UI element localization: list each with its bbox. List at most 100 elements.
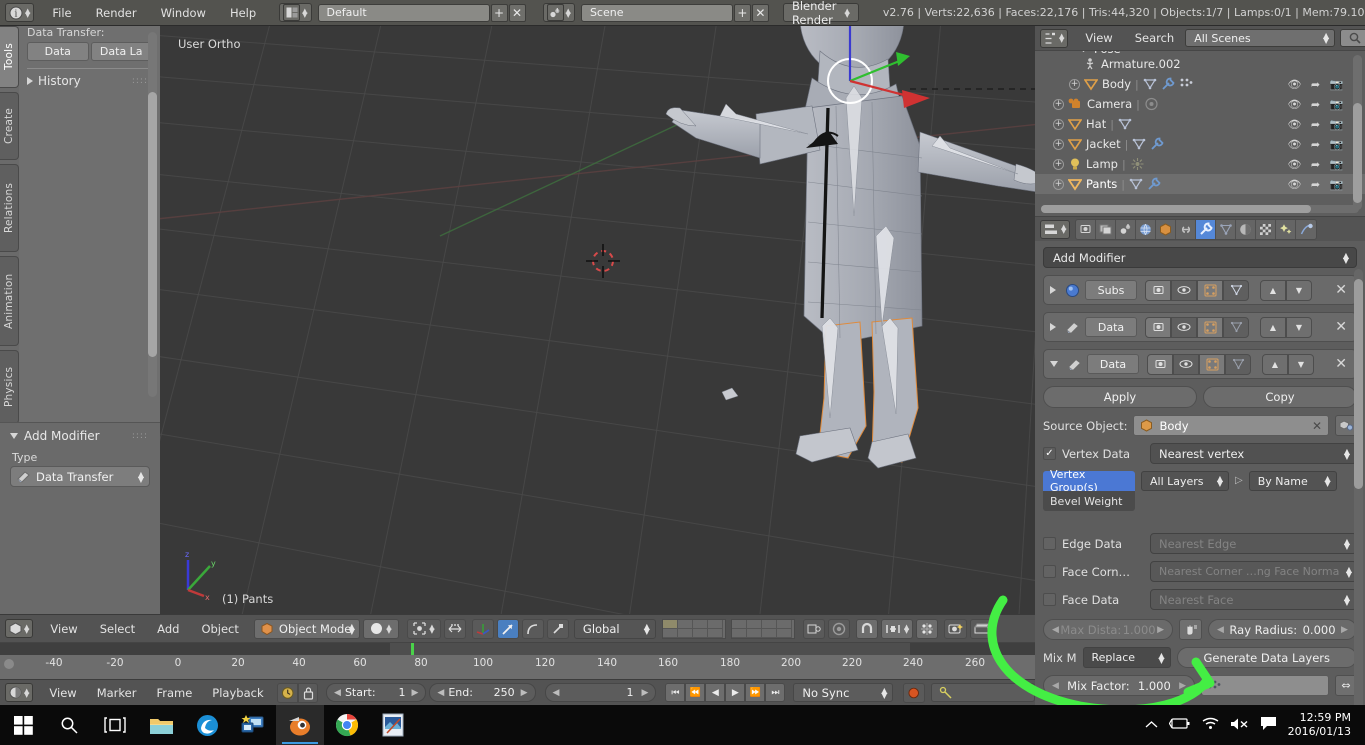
layer-cell[interactable] bbox=[731, 619, 747, 629]
move-up-button[interactable]: ▲ bbox=[1260, 316, 1286, 338]
layer-block-bottom[interactable] bbox=[730, 618, 795, 639]
add-scene-button[interactable]: + bbox=[733, 3, 751, 22]
edge-browser-button[interactable] bbox=[184, 705, 230, 745]
move-up-button[interactable]: ▲ bbox=[1262, 353, 1288, 375]
history-panel-header[interactable]: History :::: bbox=[19, 71, 160, 91]
outliner-row-camera[interactable]: + Camera | 👁 ➦ 📷 bbox=[1035, 94, 1365, 114]
layer-cell[interactable] bbox=[662, 619, 678, 629]
render-engine-select[interactable]: Blender Render ▲ ▼ bbox=[782, 0, 859, 27]
keying-set-field[interactable] bbox=[930, 683, 1035, 702]
outliner-horizontal-scrollbar[interactable] bbox=[1041, 205, 1359, 213]
edge-mapping-select[interactable]: Nearest Edge ▲ ▼ bbox=[1150, 533, 1357, 554]
generate-data-layers-button[interactable]: Generate Data Layers bbox=[1176, 647, 1357, 668]
tab-object-data[interactable] bbox=[1216, 219, 1237, 239]
realtime-toggle-icon[interactable] bbox=[1173, 353, 1199, 375]
modifier-panel-data-transfer-1[interactable]: Data ▲ ▼ ✕ bbox=[1043, 312, 1357, 342]
snap-target-select[interactable] bbox=[916, 618, 939, 639]
timeline-menu-frame[interactable]: Frame bbox=[146, 686, 202, 700]
tab-render[interactable] bbox=[1076, 219, 1097, 239]
cursor-arrow-icon[interactable]: ➦ bbox=[1305, 138, 1326, 151]
layer-cell[interactable] bbox=[731, 628, 747, 638]
eye-icon[interactable]: 👁 bbox=[1284, 158, 1305, 171]
increment-arrow-icon[interactable]: ▶ bbox=[521, 688, 528, 698]
outliner-row-body[interactable]: + Body | 👁 ➦ 📷 bbox=[1035, 74, 1365, 94]
render-preview-button[interactable] bbox=[944, 618, 968, 639]
eye-icon[interactable]: 👁 bbox=[1284, 78, 1305, 91]
data-layout-button[interactable]: Data La bbox=[90, 42, 152, 61]
translate-manipulator-button[interactable] bbox=[471, 618, 494, 639]
render-toggle-icon[interactable] bbox=[1147, 353, 1173, 375]
expand-toggle-icon[interactable]: + bbox=[1053, 98, 1064, 110]
end-frame-field[interactable]: ◀ End: 250 ▶ bbox=[429, 683, 536, 702]
delete-scene-button[interactable]: ✕ bbox=[751, 3, 769, 22]
tab-render-layers[interactable] bbox=[1096, 219, 1117, 239]
outliner-menu-view[interactable]: View bbox=[1074, 26, 1123, 51]
layer-cell[interactable] bbox=[707, 628, 723, 638]
tab-world[interactable] bbox=[1136, 219, 1157, 239]
sync-mode-select[interactable]: No Sync ▲ ▼ bbox=[793, 683, 894, 702]
render-toggle-icon[interactable] bbox=[1145, 279, 1171, 301]
decrement-arrow-icon[interactable]: ◀ bbox=[1217, 625, 1224, 635]
delete-screen-button[interactable]: ✕ bbox=[508, 3, 526, 22]
auto-keyframe-button[interactable] bbox=[276, 682, 299, 703]
tab-animation[interactable]: Animation bbox=[0, 256, 19, 346]
realtime-toggle-icon[interactable] bbox=[1171, 279, 1197, 301]
bevel-weight-tab[interactable]: Bevel Weight bbox=[1043, 491, 1135, 511]
max-distance-field[interactable]: ◀ Max Dista: 1.000 ▶ bbox=[1043, 619, 1173, 640]
chevron-right-icon[interactable] bbox=[1050, 323, 1056, 331]
decrement-arrow-icon[interactable]: ◀ bbox=[437, 688, 444, 698]
display-mode-select[interactable]: All Scenes ▲ ▼ bbox=[1185, 29, 1336, 47]
layer-cell[interactable] bbox=[707, 619, 723, 629]
tab-particles[interactable] bbox=[1276, 219, 1297, 239]
apply-button[interactable]: Apply bbox=[1043, 386, 1197, 408]
scale-manipulator-button[interactable] bbox=[521, 618, 544, 639]
modifier-panel-subsurf[interactable]: Subs ▲ ▼ ✕ bbox=[1043, 275, 1357, 305]
tab-scene[interactable] bbox=[1116, 219, 1137, 239]
jump-to-end-button[interactable]: ⏭ bbox=[765, 683, 786, 702]
delete-modifier-button[interactable]: ✕ bbox=[1335, 282, 1347, 298]
tab-object[interactable] bbox=[1156, 219, 1177, 239]
expand-toggle-icon[interactable]: + bbox=[1069, 78, 1080, 90]
screen-layout-button[interactable]: ▲ ▼ bbox=[279, 3, 312, 22]
modifier-name-data-2[interactable]: Data bbox=[1087, 354, 1139, 374]
tab-create[interactable]: Create bbox=[0, 92, 19, 160]
keying-lock-button[interactable] bbox=[298, 682, 319, 703]
timeline-ruler[interactable]: -40 -20 0 20 40 60 80 100 120 140 160 18… bbox=[0, 642, 1035, 679]
move-down-button[interactable]: ▼ bbox=[1286, 279, 1312, 301]
transform-orientation-select[interactable]: Global ▲ ▼ bbox=[573, 618, 656, 639]
layer-cell[interactable] bbox=[746, 619, 762, 629]
decrement-arrow-icon[interactable]: ◀ bbox=[1052, 681, 1059, 691]
layer-cell[interactable] bbox=[662, 628, 678, 638]
snap-element-select[interactable]: ▲ ▼ bbox=[880, 618, 914, 639]
increment-arrow-icon[interactable]: ▶ bbox=[1341, 625, 1348, 635]
vertex-groups-tab[interactable]: Vertex Group(s) bbox=[1043, 468, 1135, 494]
data-button[interactable]: Data bbox=[27, 42, 89, 61]
tool-shelf-scrollbar[interactable] bbox=[148, 32, 157, 397]
expand-toggle-icon[interactable]: + bbox=[1053, 178, 1064, 190]
ray-radius-field[interactable]: ◀ Ray Radius: 0.000 ▶ bbox=[1208, 619, 1357, 640]
cursor-arrow-icon[interactable]: ➦ bbox=[1305, 158, 1326, 171]
increment-arrow-icon[interactable]: ▶ bbox=[411, 688, 418, 698]
cage-toggle-icon[interactable] bbox=[1223, 316, 1249, 338]
timeline-menu-marker[interactable]: Marker bbox=[87, 686, 147, 700]
editor-type-button-3dview[interactable]: ▲ ▼ bbox=[5, 619, 34, 638]
battery-icon[interactable] bbox=[1168, 717, 1191, 733]
editor-type-button-properties[interactable]: ▲ ▼ bbox=[1040, 219, 1071, 239]
delete-modifier-button[interactable]: ✕ bbox=[1335, 356, 1347, 372]
scrollbar-thumb[interactable] bbox=[1041, 205, 1311, 213]
outliner-tree[interactable]: Pose •••••• Armature.002 + Body | 👁 ➦ bbox=[1035, 51, 1365, 216]
volume-muted-icon[interactable] bbox=[1230, 717, 1249, 734]
add-modifier-header[interactable]: Add Modifier :::: bbox=[0, 423, 160, 445]
cage-toggle-icon[interactable] bbox=[1225, 353, 1251, 375]
cage-toggle-icon[interactable] bbox=[1223, 279, 1249, 301]
edit-mode-toggle-icon[interactable] bbox=[1197, 279, 1223, 301]
eye-icon[interactable]: 👁 bbox=[1284, 118, 1305, 131]
proportional-edit-button[interactable] bbox=[827, 618, 850, 639]
layer-cell[interactable] bbox=[692, 628, 708, 638]
pivot-point-select[interactable]: ▲ ▼ bbox=[406, 618, 441, 639]
edge-data-checkbox[interactable] bbox=[1043, 537, 1056, 550]
modifier-name-subsurf[interactable]: Subs bbox=[1085, 280, 1137, 300]
timeline-handle-left[interactable] bbox=[4, 659, 14, 669]
scrollbar-thumb[interactable] bbox=[1354, 279, 1363, 489]
search-input[interactable] bbox=[1340, 29, 1365, 47]
